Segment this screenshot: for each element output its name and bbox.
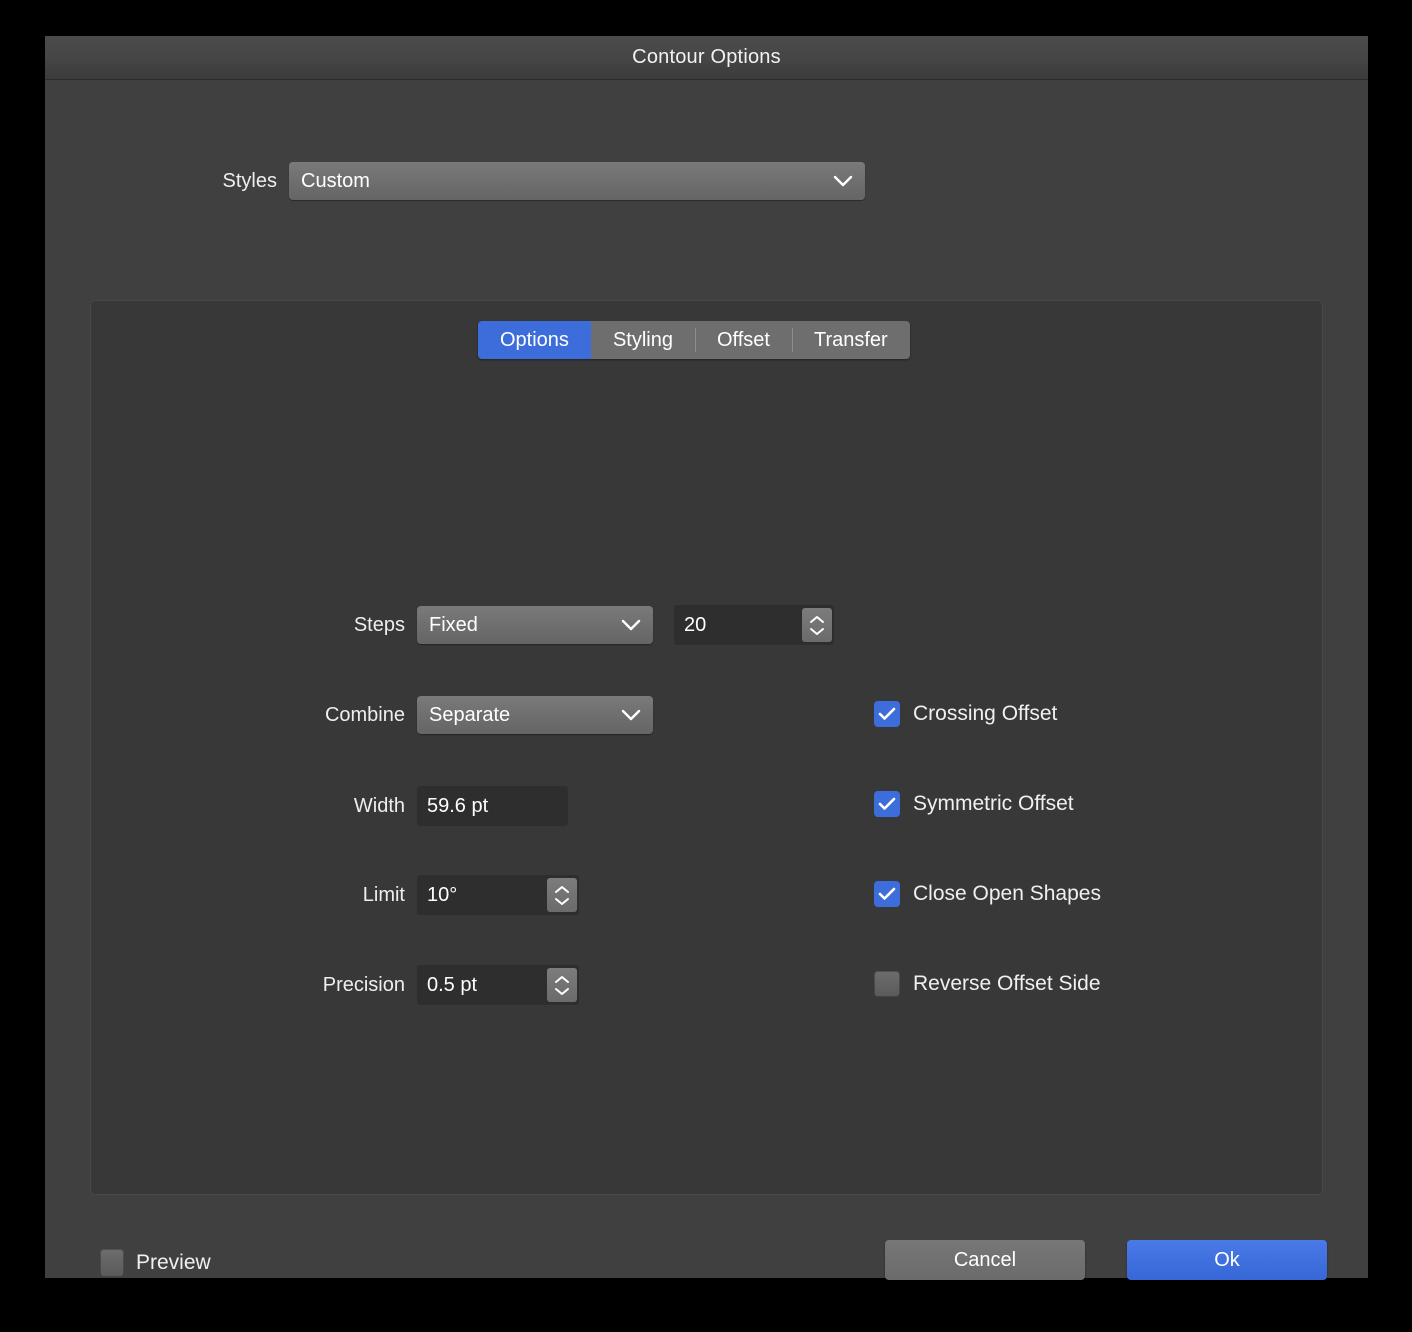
tab-transfer-label: Transfer xyxy=(813,328,888,351)
chevron-up-icon xyxy=(555,885,569,893)
tab-transfer[interactable]: Transfer xyxy=(791,321,910,359)
steps-row: Steps Fixed 20 xyxy=(91,605,834,645)
precision-input[interactable]: 0.5 pt xyxy=(417,965,579,1005)
close-open-shapes-checkbox[interactable] xyxy=(874,881,900,907)
options-content-panel: Steps Fixed 20 Combine Separate Width 59… xyxy=(90,300,1323,1195)
tab-offset-label: Offset xyxy=(716,328,770,351)
preview-label: Preview xyxy=(136,1251,211,1274)
steps-count-stepper[interactable] xyxy=(802,608,832,642)
tab-options-label: Options xyxy=(500,328,569,351)
check-icon xyxy=(878,797,896,810)
combine-label: Combine xyxy=(324,703,405,726)
chevron-down-icon xyxy=(833,175,853,187)
chevron-down-icon xyxy=(621,709,641,721)
crossing-offset-checkbox[interactable] xyxy=(874,701,900,727)
steps-count-input[interactable]: 20 xyxy=(674,605,834,645)
precision-value: 0.5 pt xyxy=(427,973,478,996)
limit-row: Limit 10° xyxy=(91,875,579,915)
reverse-offset-side-checkbox[interactable] xyxy=(874,971,900,997)
width-label: Width xyxy=(353,794,405,817)
width-value: 59.6 pt xyxy=(427,794,489,817)
close-open-shapes-checkbox-row[interactable]: Close Open Shapes xyxy=(874,881,1101,907)
chevron-down-icon xyxy=(555,897,569,905)
symmetric-offset-checkbox-row[interactable]: Symmetric Offset xyxy=(874,791,1074,817)
chevron-down-icon xyxy=(810,627,824,635)
tab-options[interactable]: Options xyxy=(478,321,591,359)
tab-styling[interactable]: Styling xyxy=(590,321,695,359)
cancel-button-label: Cancel xyxy=(953,1248,1017,1271)
crossing-offset-checkbox-row[interactable]: Crossing Offset xyxy=(874,701,1057,727)
limit-stepper[interactable] xyxy=(547,878,577,912)
styles-row: Styles Custom xyxy=(45,162,1368,200)
styles-dropdown-value: Custom xyxy=(301,169,370,192)
styles-dropdown[interactable]: Custom xyxy=(289,162,865,200)
preview-checkbox[interactable] xyxy=(100,1249,124,1277)
combine-row: Combine Separate xyxy=(91,695,653,735)
dialog-titlebar: Contour Options xyxy=(45,36,1368,80)
combine-dropdown[interactable]: Separate xyxy=(417,696,653,734)
contour-options-dialog: Contour Options Styles Custom Steps Fixe… xyxy=(45,36,1368,1280)
precision-label: Precision xyxy=(322,973,405,996)
reverse-offset-side-checkbox-row[interactable]: Reverse Offset Side xyxy=(874,971,1101,997)
tab-offset[interactable]: Offset xyxy=(694,321,792,359)
steps-mode-value: Fixed xyxy=(429,613,478,636)
dialog-title: Contour Options xyxy=(632,46,781,68)
steps-mode-dropdown[interactable]: Fixed xyxy=(417,606,653,644)
combine-value: Separate xyxy=(429,703,511,726)
steps-count-value: 20 xyxy=(684,613,707,636)
chevron-down-icon xyxy=(555,987,569,995)
crossing-offset-label: Crossing Offset xyxy=(913,702,1058,725)
symmetric-offset-checkbox[interactable] xyxy=(874,791,900,817)
preview-checkbox-row[interactable]: Preview xyxy=(100,1249,211,1277)
tab-styling-label: Styling xyxy=(612,328,673,351)
width-row: Width 59.6 pt xyxy=(91,786,568,826)
precision-row: Precision 0.5 pt xyxy=(91,965,579,1005)
cancel-button[interactable]: Cancel xyxy=(885,1240,1085,1280)
steps-label: Steps xyxy=(353,613,405,636)
tab-strip: Options Styling Offset Transfer xyxy=(478,321,910,359)
chevron-up-icon xyxy=(555,975,569,983)
limit-input[interactable]: 10° xyxy=(417,875,579,915)
close-open-shapes-label: Close Open Shapes xyxy=(913,882,1101,905)
width-input[interactable]: 59.6 pt xyxy=(417,786,568,826)
ok-button-label: Ok xyxy=(1214,1248,1240,1271)
styles-label: Styles xyxy=(222,169,277,192)
limit-value: 10° xyxy=(427,883,458,906)
reverse-offset-side-label: Reverse Offset Side xyxy=(913,972,1101,995)
dialog-footer: Preview Cancel Ok xyxy=(45,1240,1368,1296)
dialog-body: Styles Custom Steps Fixed 20 Combine Sep… xyxy=(45,80,1368,1280)
chevron-up-icon xyxy=(810,615,824,623)
ok-button[interactable]: Ok xyxy=(1127,1240,1327,1280)
symmetric-offset-label: Symmetric Offset xyxy=(913,792,1074,815)
check-icon xyxy=(878,887,896,900)
chevron-down-icon xyxy=(621,619,641,631)
precision-stepper[interactable] xyxy=(547,968,577,1002)
check-icon xyxy=(878,707,896,720)
limit-label: Limit xyxy=(362,883,405,906)
